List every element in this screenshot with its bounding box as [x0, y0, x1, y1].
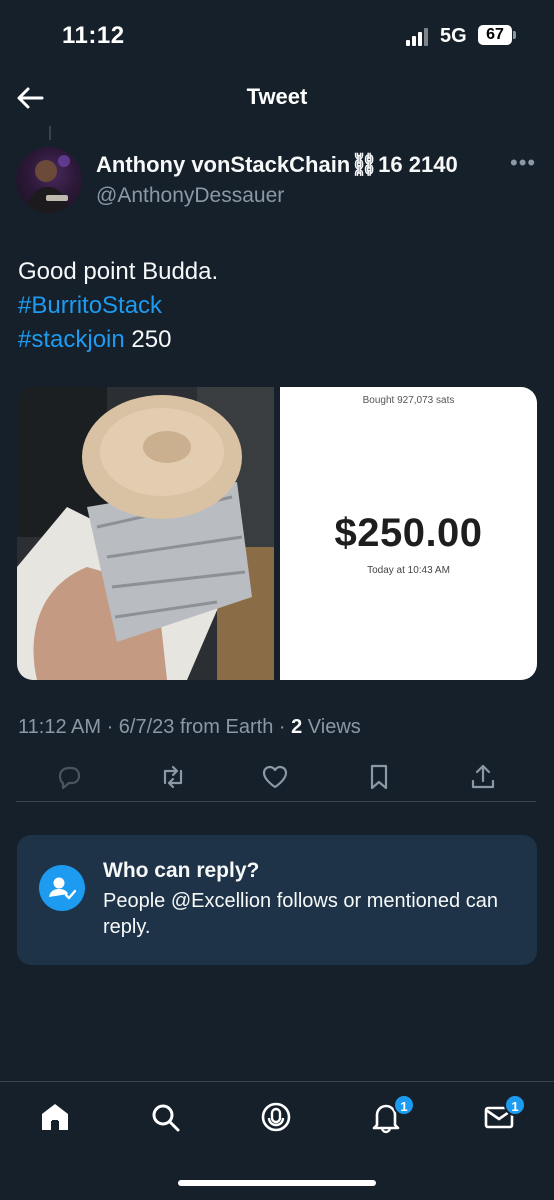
battery-icon: 67	[478, 25, 512, 45]
burrito-photo[interactable]	[17, 387, 274, 680]
home-indicator[interactable]	[178, 1180, 376, 1186]
reply-card-title: Who can reply?	[103, 859, 260, 882]
messages-badge: 1	[504, 1094, 526, 1116]
tweet-text: Good point Budda. #BurritoStack #stackjo…	[18, 255, 218, 357]
network-type: 5G	[440, 25, 467, 47]
thread-line	[49, 126, 51, 140]
retweet-icon[interactable]	[158, 762, 188, 792]
battery-tip	[513, 31, 516, 39]
home-icon[interactable]	[38, 1100, 72, 1134]
receipt-time: Today at 10:43 AM	[367, 565, 450, 576]
bookmark-icon[interactable]	[364, 762, 394, 792]
tweet-actions	[16, 752, 536, 802]
tweet-text-line: Good point Budda.	[18, 258, 219, 285]
author-display-name[interactable]: Anthony vonStackChain⛓16 2140	[96, 152, 458, 178]
receipt-amount: $250.00	[334, 511, 483, 555]
tweet-text-suffix: 250	[124, 326, 172, 353]
more-options-icon[interactable]: •••	[510, 150, 536, 176]
like-icon[interactable]	[260, 762, 290, 792]
spaces-icon[interactable]	[259, 1100, 293, 1134]
hashtag-link[interactable]: #stackjoin	[18, 326, 125, 353]
notifications-badge: 1	[393, 1094, 415, 1116]
mention-person-icon	[39, 865, 85, 911]
hashtag-link[interactable]: #BurritoStack	[18, 292, 162, 319]
page-title: Tweet	[246, 84, 308, 109]
reply-icon[interactable]	[54, 762, 84, 792]
author-handle[interactable]: @AnthonyDessauer	[96, 184, 284, 208]
views-count[interactable]: 2	[291, 716, 302, 738]
share-icon[interactable]	[468, 762, 498, 792]
search-icon[interactable]	[148, 1100, 182, 1134]
tweet-timestamp: 11:12 AM · 6/7/23 from Earth · 2 Views	[18, 716, 361, 739]
tweet-media[interactable]: Bought 927,073 sats $250.00 Today at 10:…	[17, 387, 537, 680]
receipt-bought-text: Bought 927,073 sats	[362, 395, 455, 406]
reply-card-description: People @Excellion follows or mentioned c…	[103, 890, 498, 938]
status-time: 11:12	[62, 22, 125, 49]
views-label: Views	[302, 716, 361, 738]
avatar[interactable]	[16, 147, 82, 213]
timestamp-text: 11:12 AM · 6/7/23 from Earth ·	[18, 716, 292, 738]
who-can-reply-card: Who can reply? People @Excellion follows…	[17, 835, 537, 965]
receipt-screenshot[interactable]: Bought 927,073 sats $250.00 Today at 10:…	[280, 387, 537, 680]
signal-icon	[406, 28, 432, 46]
